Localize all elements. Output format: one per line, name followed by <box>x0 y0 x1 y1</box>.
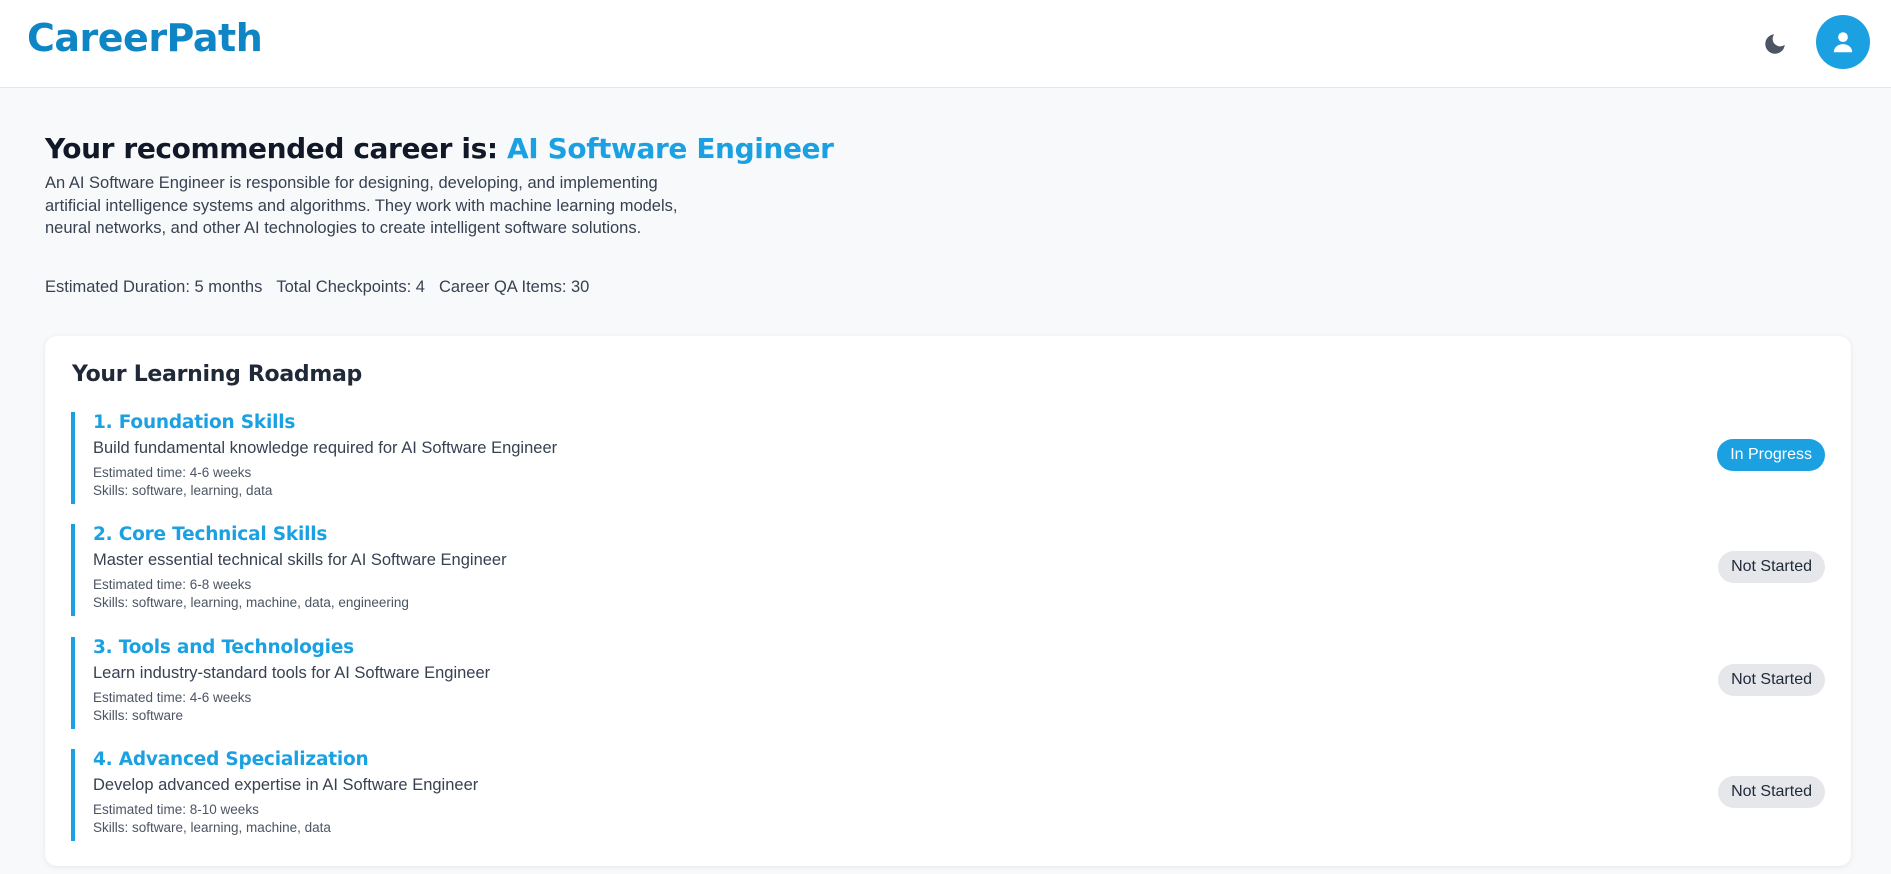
status-badge: In Progress <box>1717 439 1825 471</box>
roadmap-step[interactable]: 2. Core Technical Skills Master essentia… <box>71 524 1825 616</box>
profile-button[interactable] <box>1816 15 1870 69</box>
status-badge: Not Started <box>1718 664 1825 696</box>
step-skills: Skills: software, learning, machine, dat… <box>93 820 331 835</box>
step-title[interactable]: 3. Tools and Technologies <box>93 637 354 658</box>
moon-icon <box>1765 34 1785 54</box>
step-skills: Skills: software, learning, data <box>93 483 273 498</box>
recommendation-heading: Your recommended career is: AI Software … <box>45 132 834 165</box>
top-navbar: CareerPath <box>0 0 1891 88</box>
step-title[interactable]: 4. Advanced Specialization <box>93 749 369 770</box>
career-stats: Estimated Duration: 5 months Total Check… <box>45 278 589 297</box>
step-estimated-time: Estimated time: 6-8 weeks <box>93 577 252 592</box>
career-description: An AI Software Engineer is responsible f… <box>45 174 678 238</box>
recommended-career: AI Software Engineer <box>507 132 834 165</box>
status-badge: Not Started <box>1718 551 1825 583</box>
step-description: Build fundamental knowledge required for… <box>93 439 558 457</box>
total-checkpoints: Total Checkpoints: 4 <box>276 278 425 296</box>
learning-roadmap-card: Your Learning Roadmap 1. Foundation Skil… <box>45 336 1851 866</box>
step-estimated-time: Estimated time: 4-6 weeks <box>93 465 252 480</box>
roadmap-step[interactable]: 4. Advanced Specialization Develop advan… <box>71 749 1825 841</box>
career-qa-items: Career QA Items: 30 <box>438 278 590 296</box>
estimated-duration: Estimated Duration: 5 months <box>45 278 263 296</box>
roadmap-title: Your Learning Roadmap <box>72 362 362 387</box>
roadmap-step[interactable]: 3. Tools and Technologies Learn industry… <box>71 637 1825 729</box>
step-title[interactable]: 2. Core Technical Skills <box>93 524 327 545</box>
step-estimated-time: Estimated time: 4-6 weeks <box>93 690 252 705</box>
step-description: Develop advanced expertise in AI Softwar… <box>93 776 479 794</box>
user-icon <box>1833 32 1853 53</box>
step-skills: Skills: software, learning, machine, dat… <box>93 595 409 610</box>
step-description: Master essential technical skills for AI… <box>93 551 507 569</box>
step-title[interactable]: 1. Foundation Skills <box>93 412 295 433</box>
step-estimated-time: Estimated time: 8-10 weeks <box>93 802 259 817</box>
roadmap-step[interactable]: 1. Foundation Skills Build fundamental k… <box>71 412 1825 504</box>
app-logo[interactable]: CareerPath <box>27 16 263 60</box>
heading-prefix: Your recommended career is: <box>45 132 508 165</box>
step-skills: Skills: software <box>93 708 184 723</box>
step-description: Learn industry-standard tools for AI Sof… <box>93 664 491 682</box>
status-badge: Not Started <box>1718 776 1825 808</box>
theme-toggle-button[interactable] <box>1759 28 1791 60</box>
